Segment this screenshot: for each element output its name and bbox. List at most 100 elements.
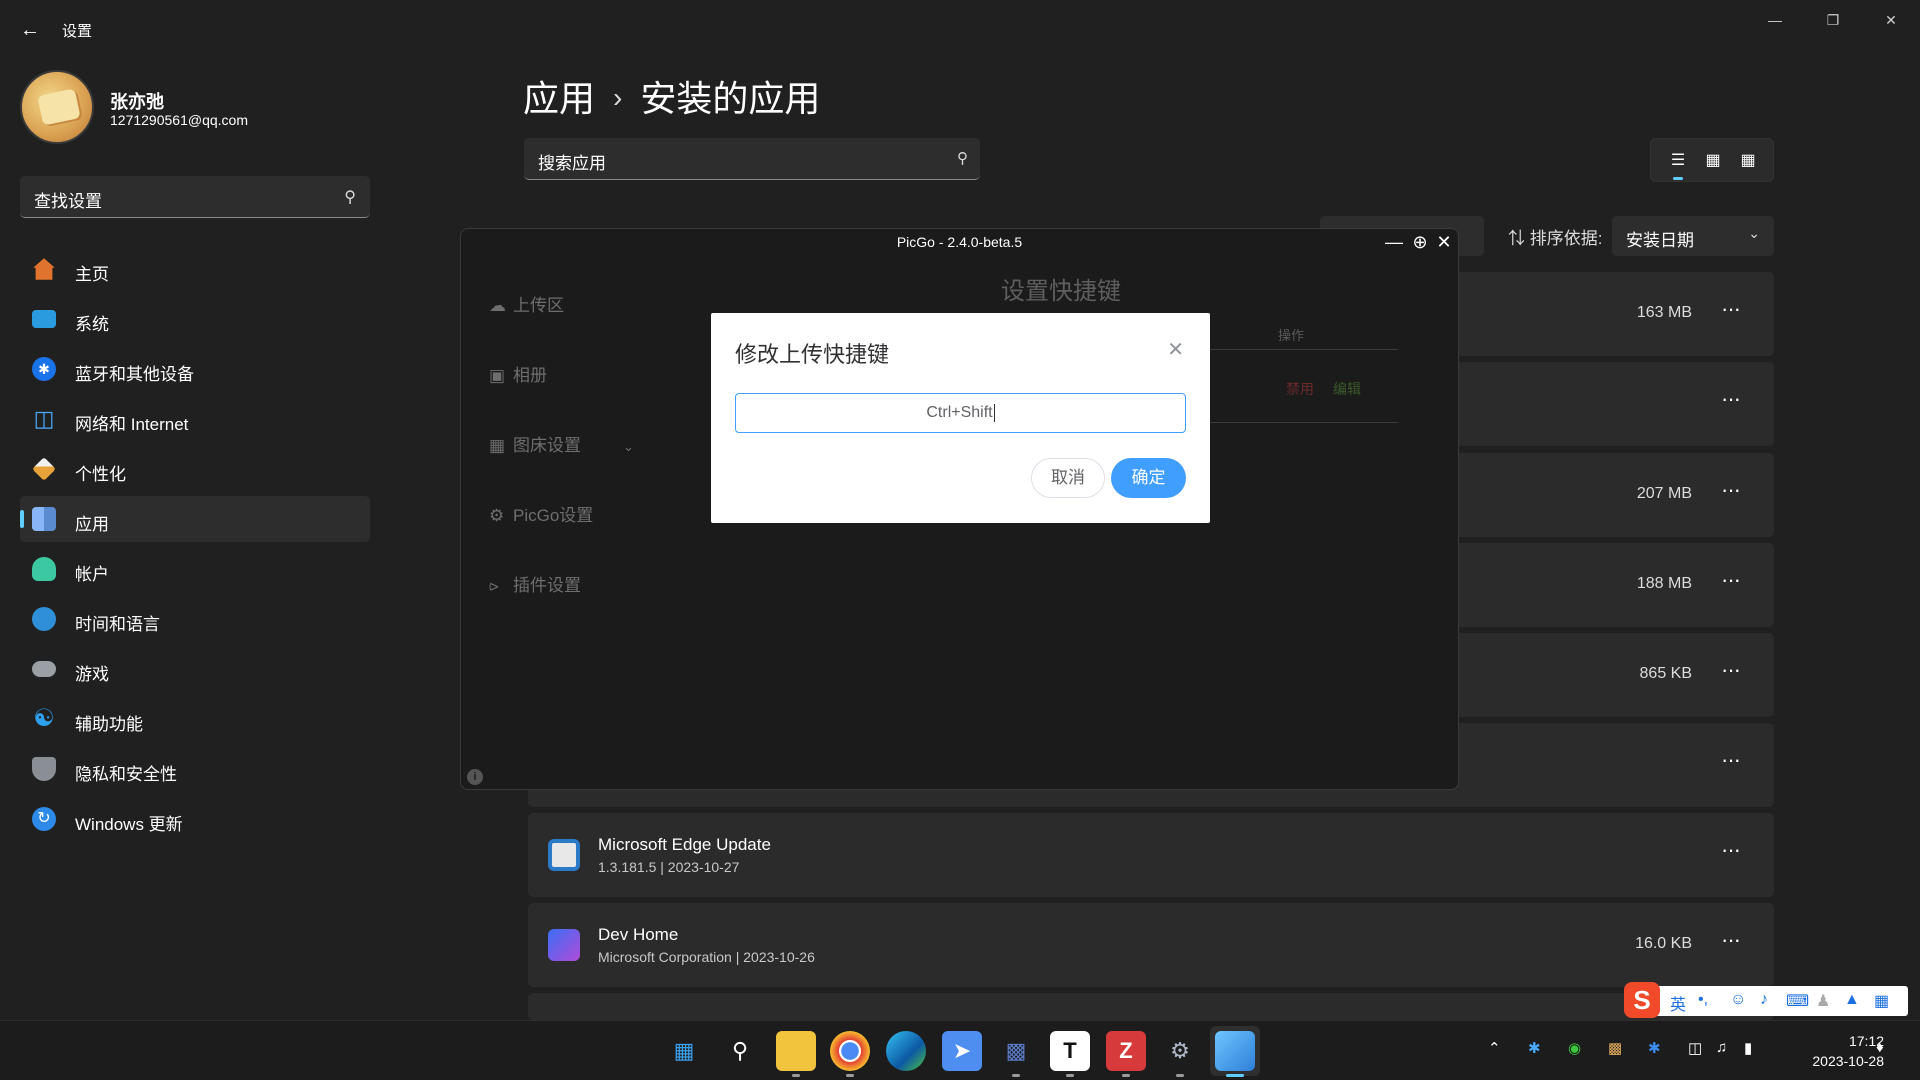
nav-item-apps[interactable]: 应用 xyxy=(20,496,370,542)
close-button[interactable]: ✕ xyxy=(1868,8,1914,32)
nav-item-personalization[interactable]: 个性化 xyxy=(20,446,370,492)
app-row-dev-home[interactable]: Dev Home Microsoft Corporation | 2023-10… xyxy=(528,903,1774,987)
more-options-icon[interactable]: ··· xyxy=(1721,477,1741,503)
cat-app-icon[interactable]: ▩ xyxy=(996,1031,1036,1071)
find-settings-placeholder: 查找设置 xyxy=(34,192,102,211)
microphone-icon[interactable]: ♪ xyxy=(1760,991,1768,1009)
breadcrumb-parent[interactable]: 应用 xyxy=(523,78,595,119)
clock[interactable]: 17:12 2023-10-28 xyxy=(1784,1031,1884,1071)
search-apps-input[interactable]: 搜索应用 ⚲ xyxy=(524,138,980,180)
sort-select[interactable]: 安装日期 ⌄ xyxy=(1612,216,1774,256)
nav-item-network[interactable]: ◫ 网络和 Internet xyxy=(20,396,370,442)
more-options-icon[interactable]: ··· xyxy=(1721,657,1741,683)
disable-link[interactable]: 禁用 xyxy=(1286,379,1314,399)
app-size: 16.0 KB xyxy=(1635,935,1692,952)
user-icon[interactable]: ♟ xyxy=(1816,991,1830,1011)
tray-app-icon[interactable]: ✱ xyxy=(1528,1039,1541,1057)
typora-icon[interactable]: T xyxy=(1050,1031,1090,1071)
more-options-icon[interactable]: ··· xyxy=(1721,296,1741,322)
wechat-icon[interactable]: ◉ xyxy=(1568,1039,1581,1057)
picgo-icon[interactable] xyxy=(1215,1031,1255,1071)
back-arrow-icon[interactable]: ← xyxy=(18,18,42,42)
picgo-nav-plugins[interactable]: ⪧ 插件设置 xyxy=(489,571,581,599)
chrome-icon[interactable] xyxy=(830,1031,870,1071)
tile-view-icon[interactable]: ▦ xyxy=(1698,147,1728,175)
more-options-icon[interactable]: ··· xyxy=(1721,747,1741,773)
nav-item-windows-update[interactable]: ↻ Windows 更新 xyxy=(20,796,370,842)
picgo-page-title: 设置快捷键 xyxy=(1001,278,1121,305)
breadcrumb-current: 安装的应用 xyxy=(640,78,821,119)
skin-icon[interactable]: ▲ xyxy=(1844,991,1860,1009)
sort-value: 安装日期 xyxy=(1626,231,1694,250)
ime-punct[interactable]: •, xyxy=(1698,991,1708,1009)
edge-icon[interactable] xyxy=(886,1031,926,1071)
feishu-icon[interactable]: ➤ xyxy=(942,1031,982,1071)
emoji-icon[interactable]: ☺ xyxy=(1730,991,1746,1009)
notification-bell-icon[interactable]: ♦ xyxy=(1876,1039,1884,1056)
ime-mode[interactable]: 英 xyxy=(1670,991,1686,1015)
search-icon[interactable]: ⚲ xyxy=(720,1031,760,1071)
text-caret xyxy=(993,403,995,422)
confirm-button[interactable]: 确定 xyxy=(1111,458,1186,498)
nav-label: 网络和 Internet xyxy=(75,415,189,434)
settings-gear-icon[interactable]: ⚙ xyxy=(1160,1031,1200,1071)
battery-icon[interactable]: ▮ xyxy=(1744,1039,1752,1057)
app-row-edge-update[interactable]: Microsoft Edge Update 1.3.181.5 | 2023-1… xyxy=(528,813,1774,897)
running-indicator xyxy=(792,1074,800,1077)
running-indicator xyxy=(1176,1074,1184,1077)
find-settings-input[interactable]: 查找设置 ⚲ xyxy=(20,176,370,218)
tray-cat-icon[interactable]: ▩ xyxy=(1608,1039,1622,1057)
more-options-icon[interactable]: ··· xyxy=(1721,386,1741,412)
picgo-nav-gallery[interactable]: ▣ 相册 xyxy=(489,361,547,389)
info-icon[interactable]: i xyxy=(467,769,483,785)
sogou-logo-icon[interactable]: S xyxy=(1624,982,1660,1018)
cancel-button[interactable]: 取消 xyxy=(1031,458,1105,498)
user-profile[interactable]: 张亦弛 1271290561@qq.com xyxy=(20,70,380,144)
picgo-nav-picbed[interactable]: ▦ 图床设置 ⌄ xyxy=(489,431,634,459)
picgo-nav-upload[interactable]: ☁ 上传区 xyxy=(489,291,564,319)
nav-item-home[interactable]: 主页 xyxy=(20,246,370,292)
account-icon xyxy=(32,557,56,581)
nav-item-bluetooth[interactable]: ✱ 蓝牙和其他设备 xyxy=(20,346,370,392)
close-icon[interactable]: ✕ xyxy=(1433,231,1455,253)
more-options-icon[interactable]: ··· xyxy=(1721,837,1741,863)
wifi-icon[interactable]: ◫ xyxy=(1688,1039,1702,1057)
chevron-up-icon[interactable]: ⌃ xyxy=(1488,1039,1501,1057)
nav-item-privacy[interactable]: 隐私和安全性 xyxy=(20,746,370,792)
nav-item-accounts[interactable]: 帐户 xyxy=(20,546,370,592)
more-options-icon[interactable]: ··· xyxy=(1721,567,1741,593)
search-icon: ⚲ xyxy=(344,189,356,206)
settings-nav: 主页 系统 ✱ 蓝牙和其他设备 ◫ 网络和 Internet 个性化 应用 帐户 时… xyxy=(20,246,370,846)
restore-button[interactable]: ❐ xyxy=(1810,8,1856,32)
cloud-upload-icon: ☁ xyxy=(489,296,506,315)
start-icon[interactable]: ▦ xyxy=(664,1031,704,1071)
app-size: 163 MB xyxy=(1636,304,1692,321)
list-view-icon[interactable]: ☰ xyxy=(1663,147,1693,180)
dev-home-icon xyxy=(548,929,580,961)
bluetooth-icon[interactable]: ✱ xyxy=(1648,1039,1661,1057)
edge-update-icon xyxy=(548,839,580,871)
app-row[interactable] xyxy=(528,993,1774,1020)
minimize-button[interactable]: — xyxy=(1752,8,1798,32)
nav-item-accessibility[interactable]: ☯ 辅助功能 xyxy=(20,696,370,742)
file-explorer-icon[interactable] xyxy=(776,1031,816,1071)
minimize-icon[interactable]: — xyxy=(1383,231,1405,253)
toolbox-icon[interactable]: ▦ xyxy=(1874,991,1889,1011)
nav-label: 主页 xyxy=(75,265,109,284)
brush-icon xyxy=(32,457,56,481)
bluetooth-icon: ✱ xyxy=(32,357,56,381)
edit-link[interactable]: 编辑 xyxy=(1333,379,1361,399)
volume-mute-icon[interactable]: ♫ xyxy=(1716,1039,1727,1056)
shortcut-input[interactable]: Ctrl+Shift xyxy=(735,393,1186,433)
nav-item-gaming[interactable]: 游戏 xyxy=(20,646,370,692)
close-icon[interactable]: ✕ xyxy=(1167,337,1184,362)
picgo-nav-settings[interactable]: ⚙ PicGo设置 xyxy=(489,501,593,529)
ime-toolbar: S 英 •, ☺ ♪ ⌨ ♟ ▲ ▦ xyxy=(1624,982,1908,1018)
grid-view-icon[interactable]: ▦ xyxy=(1733,147,1763,175)
nav-item-time-language[interactable]: 时间和语言 xyxy=(20,596,370,642)
keyboard-icon[interactable]: ⌨ xyxy=(1786,991,1809,1011)
plus-circle-icon[interactable]: ⊕ xyxy=(1409,231,1431,253)
zotero-icon[interactable]: Z xyxy=(1106,1031,1146,1071)
more-options-icon[interactable]: ··· xyxy=(1721,927,1741,953)
nav-item-system[interactable]: 系统 xyxy=(20,296,370,342)
